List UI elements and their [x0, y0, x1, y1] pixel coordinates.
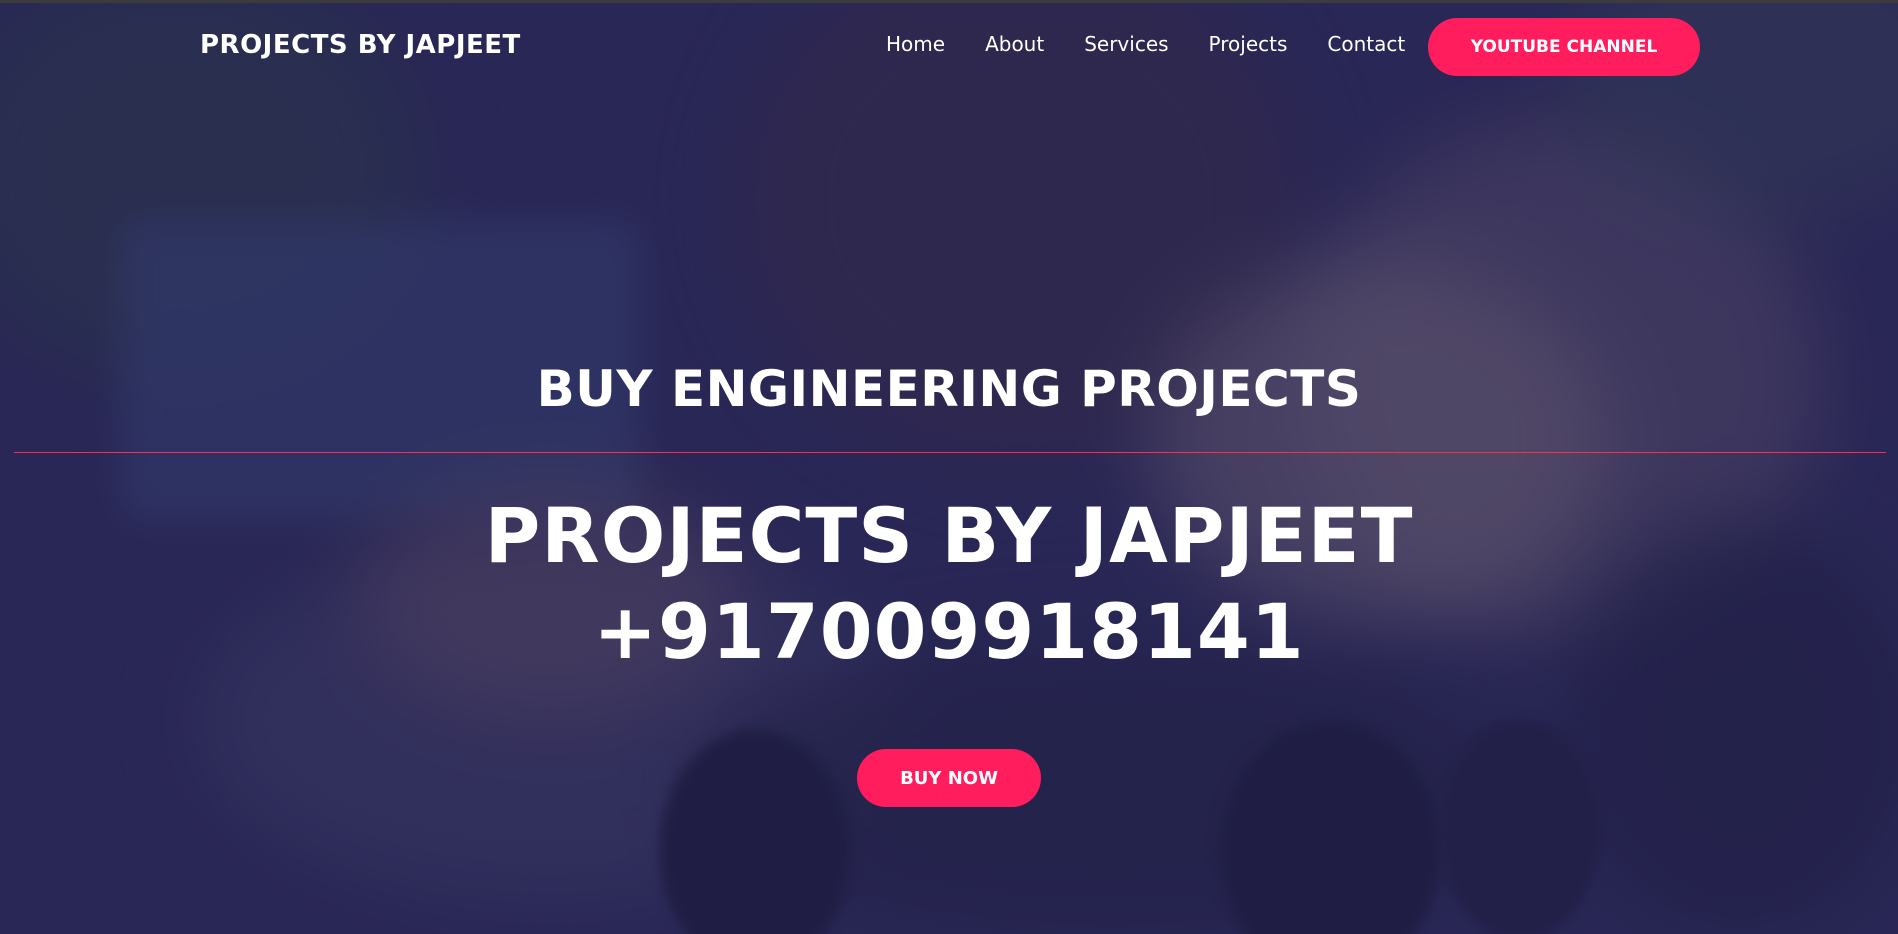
hero-title: PROJECTS BY JAPJEET +917009918141 — [0, 488, 1898, 680]
nav-services[interactable]: Services — [1084, 32, 1168, 56]
nav-contact[interactable]: Contact — [1327, 32, 1405, 56]
site-logo[interactable]: PROJECTS BY JAPJEET — [200, 30, 521, 60]
youtube-channel-button[interactable]: YOUTUBE CHANNEL — [1428, 18, 1700, 76]
hero-subtitle: BUY ENGINEERING PROJECTS — [536, 360, 1362, 418]
hero-title-line-1: PROJECTS BY JAPJEET — [484, 491, 1414, 580]
main-nav: Home About Services Projects Contact — [886, 32, 1445, 56]
nav-home[interactable]: Home — [886, 32, 945, 56]
nav-projects[interactable]: Projects — [1209, 32, 1288, 56]
nav-about[interactable]: About — [985, 32, 1044, 56]
hero-divider — [14, 452, 1886, 453]
hero-section: PROJECTS BY JAPJEET Home About Services … — [0, 0, 1898, 934]
buy-now-button[interactable]: BUY NOW — [857, 749, 1041, 807]
top-border — [0, 0, 1898, 3]
hero-phone-number: +917009918141 — [593, 587, 1305, 676]
